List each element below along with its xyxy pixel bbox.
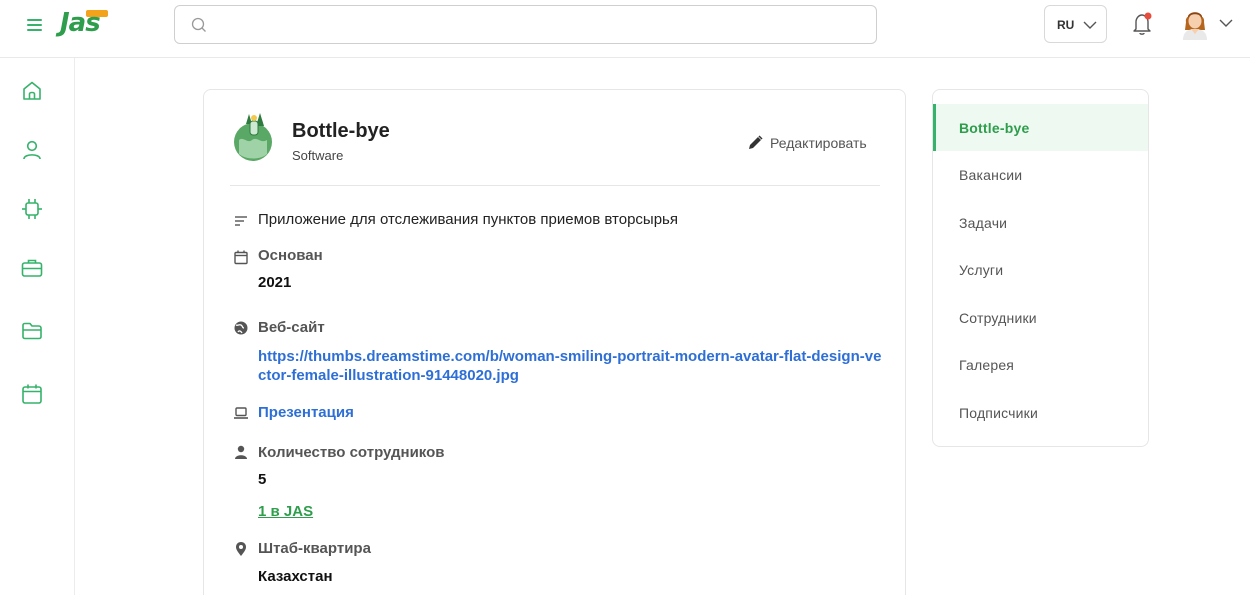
calendar-icon[interactable] — [20, 382, 44, 406]
nav-item-label: Bottle-bye — [959, 120, 1030, 136]
nav-item-bottle-bye[interactable]: Bottle-bye — [933, 104, 1148, 151]
section-nav: Bottle-bye Вакансии Задачи Услуги Сотруд… — [932, 89, 1149, 447]
menu-icon[interactable] — [24, 14, 46, 36]
nav-item-employees[interactable]: Сотрудники — [933, 294, 1148, 341]
nav-item-tasks[interactable]: Задачи — [933, 199, 1148, 246]
edit-label: Редактировать — [770, 135, 867, 151]
founded-label: Основан — [258, 247, 323, 264]
search-bar[interactable] — [174, 5, 877, 44]
nav-item-gallery[interactable]: Галерея — [933, 341, 1148, 388]
hq-label: Штаб-квартира — [258, 540, 371, 557]
person-icon — [235, 445, 247, 459]
folder-icon[interactable] — [20, 319, 44, 343]
company-name: Bottle-bye — [292, 120, 390, 142]
language-label: RU — [1057, 18, 1075, 32]
left-sidebar — [0, 58, 75, 595]
nav-item-subscribers[interactable]: Подписчики — [933, 389, 1148, 436]
company-type: Software — [292, 148, 344, 163]
nav-item-label: Услуги — [959, 262, 1004, 278]
divider — [230, 185, 880, 186]
company-description: Приложение для отслеживания пунктов прие… — [258, 211, 678, 228]
employees-value: 5 — [258, 471, 267, 488]
chip-icon[interactable] — [20, 197, 44, 221]
logo-text: Jas — [60, 8, 101, 38]
nav-item-label: Сотрудники — [959, 310, 1037, 326]
chevron-down-icon — [1083, 21, 1097, 29]
founded-value: 2021 — [258, 274, 292, 291]
website-label: Веб-сайт — [258, 319, 325, 336]
employees-in-jas-link[interactable]: 1 в JAS — [258, 503, 313, 520]
location-pin-icon — [236, 542, 246, 556]
chevron-down-icon[interactable] — [1218, 16, 1234, 30]
nav-item-label: Галерея — [959, 357, 1015, 373]
notification-bell-icon[interactable] — [1130, 11, 1154, 37]
description-icon — [235, 216, 247, 226]
search-input[interactable] — [215, 14, 855, 36]
calendar-icon — [234, 250, 248, 265]
presentation-link[interactable]: Презентация — [258, 404, 354, 421]
nav-item-label: Вакансии — [959, 167, 1023, 183]
briefcase-icon[interactable] — [20, 256, 44, 280]
user-icon[interactable] — [20, 138, 44, 162]
jas-logo[interactable]: Jas — [60, 8, 122, 40]
globe-icon — [234, 321, 248, 335]
nav-item-label: Подписчики — [959, 405, 1039, 421]
language-selector[interactable]: RU — [1044, 5, 1107, 43]
website-link[interactable]: https://thumbs.dreamstime.com/b/woman-sm… — [258, 347, 888, 385]
pencil-icon — [749, 135, 763, 149]
hq-value: Казахстан — [258, 568, 333, 585]
nav-item-label: Задачи — [959, 215, 1008, 231]
nav-item-vacancies[interactable]: Вакансии — [933, 151, 1148, 198]
employees-label: Количество сотрудников — [258, 444, 445, 461]
search-icon — [191, 17, 206, 32]
company-card: Bottle-bye Software Редактировать Прилож… — [203, 89, 906, 595]
company-logo — [234, 113, 272, 161]
nav-item-services[interactable]: Услуги — [933, 246, 1148, 293]
laptop-icon — [234, 407, 248, 419]
home-icon[interactable] — [20, 79, 44, 103]
user-avatar[interactable] — [1180, 8, 1210, 40]
top-bar: Jas RU — [0, 0, 1250, 58]
